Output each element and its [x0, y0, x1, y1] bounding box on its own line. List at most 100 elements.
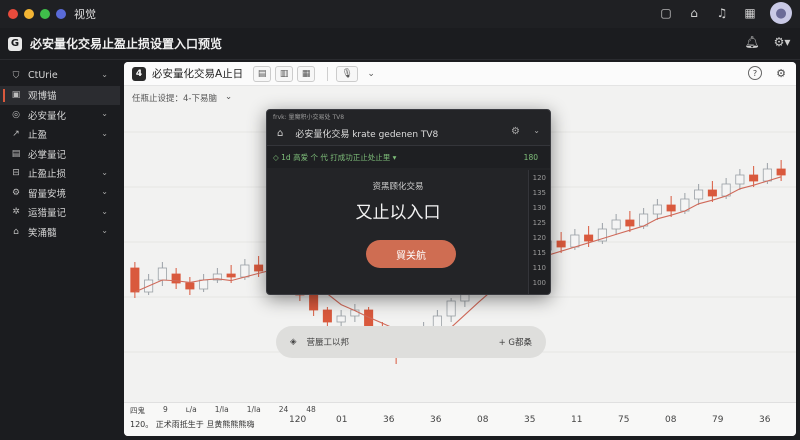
- pill-right-text[interactable]: + G都桑: [499, 336, 532, 348]
- chevron-down-icon: ⌄: [101, 226, 108, 235]
- minimize-window-button[interactable]: [24, 9, 34, 19]
- sidebar-item-8[interactable]: ⌂ 笑涌髓 ⌄: [0, 222, 120, 242]
- settings-icon: ✲: [12, 207, 20, 218]
- modal-body: 资黑顾化交易 又止以入口 貿关航: [267, 170, 529, 294]
- search-pill[interactable]: ◈ 营蜃工以邦 + G都桑: [276, 326, 546, 358]
- candle-up: [694, 189, 704, 200]
- home-icon[interactable]: ⌂: [277, 128, 283, 139]
- sidebar-item-3[interactable]: ↗ 止盈 ⌄: [0, 125, 120, 145]
- candle-down: [625, 219, 635, 227]
- x-axis-tick-label: 01: [336, 415, 348, 425]
- chevron-down-icon: ⌄: [101, 109, 108, 118]
- modal-price-scale: 120 135 130 125 120 115 110 100: [528, 170, 550, 294]
- settings-gear-icon[interactable]: ⚙▾: [774, 34, 791, 50]
- candle-up: [611, 219, 621, 230]
- modal-subtitle: 资黑顾化交易: [372, 182, 424, 192]
- microphone-icon[interactable]: 🎙: [336, 65, 359, 82]
- x-axis-tick-label: 35: [524, 415, 536, 425]
- modal-top-caption: frvk: 量魔积小交易处 TV8: [273, 114, 345, 121]
- sidebar-item-label: CtUrie: [28, 70, 58, 82]
- grid-icon[interactable]: ▦: [742, 5, 758, 21]
- modal-row-text: ◇ 1d 高爱 个 代 打成功正止处止里 ▾: [273, 152, 397, 162]
- modal-scale-label: 110: [532, 264, 546, 272]
- sidebar-item-1[interactable]: ▣ 观博锚: [0, 85, 120, 105]
- candle-up: [570, 234, 580, 248]
- candle-up: [240, 264, 250, 278]
- app-logo-icon: Ǥ: [8, 36, 22, 51]
- candle-down: [666, 204, 676, 212]
- modal-scale-label: 115: [532, 249, 546, 257]
- sidebar-item-6[interactable]: ⚙ 留量安境 ⌄: [0, 183, 120, 203]
- chart-toolbar: 4 必安量化交易A止日 ▤ ▥ ▦ 🎙 ⌄ ? ⚙: [124, 62, 796, 86]
- window-titlebar: 视觉 ▢ ⌂ ♫ ▦ ●: [0, 0, 800, 28]
- sidebar-item-label: 笑涌髓: [28, 227, 57, 239]
- candle-up: [336, 315, 346, 323]
- pill-left-text: 营蜃工以邦: [306, 338, 350, 348]
- modal-bell-icon[interactable]: ⚙: [511, 126, 520, 137]
- extra-window-button[interactable]: [56, 9, 66, 19]
- chevron-down-icon[interactable]: ⌄: [362, 66, 380, 82]
- image-icon: ▣: [11, 90, 21, 101]
- app-header-actions: 🔔︎ ⚙▾: [744, 34, 790, 50]
- lock-icon[interactable]: ⌂: [686, 5, 702, 21]
- sidebar-item-label: 运猎量记: [28, 208, 67, 220]
- tablet-icon[interactable]: ▢: [658, 5, 674, 21]
- modal-header: ⌂ 必安量化交易 krate gedenen TV8 ⚙ ⌄: [267, 122, 550, 146]
- modal-scale-label: 120: [532, 174, 546, 182]
- x-axis-tick-label: 08: [477, 415, 489, 425]
- help-icon[interactable]: ?: [748, 66, 762, 80]
- modal-scale-label: 135: [532, 189, 546, 197]
- notification-bell-icon[interactable]: 🔔︎: [744, 34, 760, 50]
- chart-icon: ↗: [12, 129, 20, 140]
- x-axis-tick-label: 11: [571, 415, 583, 425]
- sidebar-item-0[interactable]: ⛉ CtUrie ⌄: [0, 66, 120, 86]
- sidebar-item-label: 必掌量记: [28, 149, 67, 161]
- sidebar-item-label: 留量安境: [28, 188, 67, 200]
- x-axis-tick-label: 08: [665, 415, 677, 425]
- window-title: 视觉: [74, 8, 96, 21]
- shield-icon: ⛉: [12, 70, 20, 81]
- coin-icon: ◎: [12, 109, 20, 120]
- avatar[interactable]: ●: [770, 2, 792, 24]
- gear-icon: ⚙: [11, 187, 21, 198]
- modal-status-row[interactable]: ◇ 1d 高爱 个 代 打成功正止处止里 ▾: [267, 146, 550, 168]
- sidebar-item-7[interactable]: ✲ 运猎量记 ⌄: [0, 203, 120, 223]
- confirm-button[interactable]: 貿关航: [366, 240, 456, 268]
- app-title: 必安量化交易止盈止损设置入口预览: [30, 37, 223, 51]
- chevron-down-icon: ⌄: [101, 128, 108, 138]
- chart-settings-icon[interactable]: ⚙: [774, 66, 788, 80]
- candle-up: [735, 174, 745, 185]
- layout-button-1[interactable]: ▤: [253, 65, 272, 82]
- sidebar-item-4[interactable]: ▤ 必掌量记: [0, 144, 120, 164]
- x-axis-bottom-row: 120。 正术雨抵生于 旦黄熊熊熊嗨: [130, 420, 255, 429]
- modal-scale-label: 130: [532, 204, 546, 212]
- modal-chevron-down-icon[interactable]: ⌄: [533, 126, 540, 135]
- layout-button-3[interactable]: ▦: [297, 65, 316, 82]
- close-window-button[interactable]: [8, 9, 18, 19]
- chevron-down-icon: ⌄: [101, 167, 108, 177]
- sidebar-item-label: 止盈: [28, 130, 48, 142]
- candle-down: [309, 294, 319, 311]
- candle-up: [762, 168, 772, 182]
- sidebar: ⛉ CtUrie ⌄ ▣ 观博锚 ◎ 必安量化 ⌄ ↗ 止盈 ⌄ ▤ 必掌量记 ⊟ 止盈止损 ⌄ ⚙ 留量安境 ⌄ ✲…: [0, 60, 120, 440]
- candle-down: [185, 282, 195, 290]
- modal-scale-label: 100: [532, 279, 546, 287]
- toolbar-badge: 4: [132, 66, 146, 81]
- x-axis-tick-label: 75: [618, 415, 630, 425]
- candle-down: [556, 240, 566, 248]
- bell-icon[interactable]: ♫: [714, 5, 730, 21]
- candle-up: [199, 279, 209, 290]
- candle-down: [707, 189, 717, 197]
- modal-header-title: 必安量化交易 krate gedenen TV8: [295, 130, 439, 140]
- candle-up: [157, 267, 167, 281]
- layout-button-2[interactable]: ▥: [275, 65, 294, 82]
- maximize-window-button[interactable]: [40, 9, 50, 19]
- sidebar-item-label: 观博锚: [28, 91, 57, 103]
- pill-diamond-icon: ◈: [290, 337, 297, 347]
- x-axis-tick-label: 79: [712, 415, 724, 425]
- sidebar-item-2[interactable]: ◎ 必安量化 ⌄: [0, 105, 120, 125]
- candle-down: [226, 273, 236, 278]
- modal-main-text: 又止以入口: [355, 203, 441, 223]
- sidebar-item-5[interactable]: ⊟ 止盈止损 ⌄: [0, 164, 120, 184]
- x-axis-tick-label: 120: [289, 415, 307, 425]
